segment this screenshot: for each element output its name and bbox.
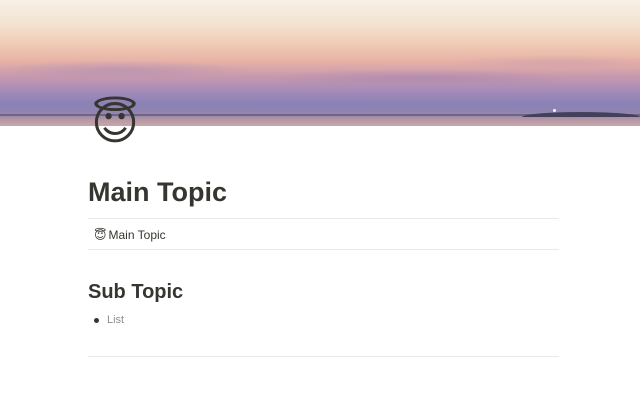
divider — [88, 356, 559, 357]
sub-heading[interactable]: Sub Topic — [88, 279, 183, 305]
bullet-icon — [94, 317, 99, 323]
cover-light — [553, 109, 556, 112]
page-link-main-topic[interactable]: 😇 Main Topic — [94, 226, 166, 244]
cover-island — [522, 112, 640, 117]
smiling-face-with-halo-icon: 😇 — [94, 228, 107, 242]
list-item[interactable]: List — [94, 312, 124, 328]
list-item-label: List — [107, 314, 125, 326]
cover-clouds — [0, 40, 640, 100]
divider — [88, 218, 559, 219]
page-title[interactable]: Main Topic — [88, 174, 227, 210]
divider — [88, 249, 559, 250]
page-link-label: Main Topic — [108, 228, 166, 242]
page-icon[interactable]: 😇 — [88, 96, 142, 150]
